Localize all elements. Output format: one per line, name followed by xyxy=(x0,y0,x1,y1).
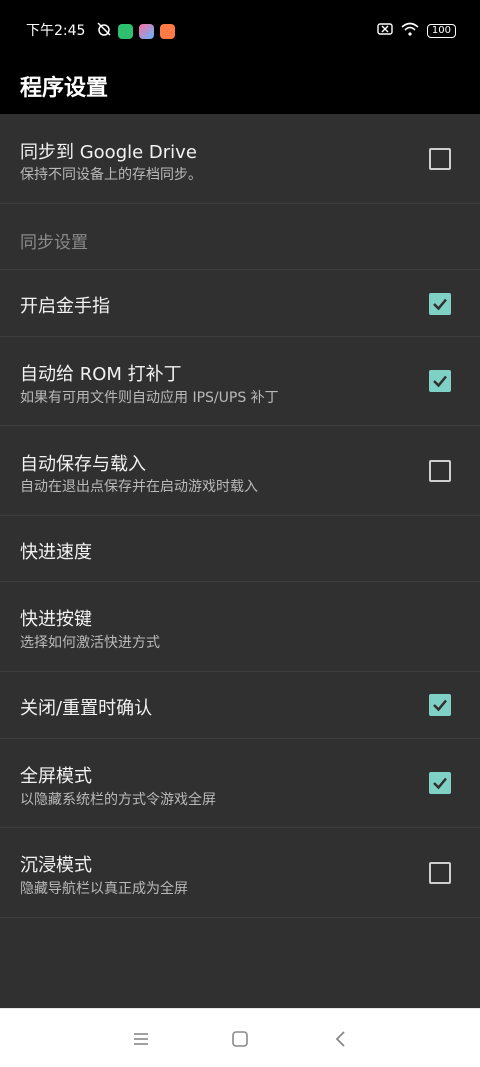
setting-title: 快进按键 xyxy=(20,609,92,630)
setting-fullscreen[interactable]: 全屏模式 以隐藏系统栏的方式令游戏全屏 xyxy=(0,739,480,828)
category-sync-settings: 同步设置 xyxy=(0,204,480,270)
setting-subtitle: 选择如何激活快进方式 xyxy=(20,635,160,651)
check-icon xyxy=(433,375,447,388)
setting-title: 全屏模式 xyxy=(20,766,92,787)
setting-title: 快进速度 xyxy=(20,542,92,563)
alarm-off-icon xyxy=(96,21,112,41)
app-icon-green xyxy=(118,23,133,39)
setting-subtitle: 保持不同设备上的存档同步。 xyxy=(20,167,202,183)
app-bar: 程序设置 xyxy=(0,58,480,114)
setting-confirm-close-reset[interactable]: 关闭/重置时确认 xyxy=(0,672,480,739)
check-icon xyxy=(433,699,447,712)
fullscreen-checkbox[interactable] xyxy=(429,772,451,794)
sync-checkbox[interactable] xyxy=(429,148,451,170)
setting-title: 沉浸模式 xyxy=(20,855,92,876)
page-title: 程序设置 xyxy=(20,76,109,101)
setting-title: 关闭/重置时确认 xyxy=(20,698,153,719)
settings-list: 同步到 Google Drive 保持不同设备上的存档同步。 同步设置 开启金手… xyxy=(0,114,480,918)
patch-checkbox[interactable] xyxy=(429,370,451,392)
setting-fast-forward-key[interactable]: 快进按键 选择如何激活快进方式 xyxy=(0,582,480,672)
back-icon[interactable] xyxy=(329,1027,353,1051)
system-nav-bar xyxy=(0,1008,480,1067)
battery-icon: 100 xyxy=(426,23,456,38)
setting-subtitle: 以隐藏系统栏的方式令游戏全屏 xyxy=(20,792,216,808)
check-icon xyxy=(433,298,447,311)
category-title: 同步设置 xyxy=(20,233,88,253)
check-icon xyxy=(433,777,447,790)
status-app-icons xyxy=(96,21,175,41)
wifi-icon xyxy=(401,21,419,40)
menu-icon[interactable] xyxy=(129,1027,153,1051)
setting-subtitle: 隐藏导航栏以真正成为全屏 xyxy=(20,881,188,897)
setting-subtitle: 如果有可用文件则自动应用 IPS/UPS 补丁 xyxy=(20,390,279,406)
setting-title: 自动给 ROM 打补丁 xyxy=(20,364,182,385)
setting-title: 同步到 Google Drive xyxy=(20,142,197,163)
autosave-checkbox[interactable] xyxy=(429,460,451,482)
setting-title: 自动保存与载入 xyxy=(20,454,146,475)
status-time: 下午2:45 xyxy=(26,23,86,39)
setting-auto-save-load[interactable]: 自动保存与载入 自动在退出点保存并在启动游戏时载入 xyxy=(0,426,480,516)
app-icon-gallery xyxy=(139,23,154,39)
immersive-checkbox[interactable] xyxy=(429,862,451,884)
status-system-icons: 100 xyxy=(377,21,456,40)
setting-immersive-mode[interactable]: 沉浸模式 隐藏导航栏以真正成为全屏 xyxy=(0,828,480,918)
sim-off-icon xyxy=(377,21,393,40)
setting-cheats[interactable]: 开启金手指 xyxy=(0,270,480,337)
cheats-checkbox[interactable] xyxy=(429,293,451,315)
setting-subtitle: 自动在退出点保存并在启动游戏时载入 xyxy=(20,479,258,495)
setting-title: 开启金手指 xyxy=(20,296,110,317)
app-icon-orange xyxy=(160,23,175,39)
setting-fast-forward-speed[interactable]: 快进速度 xyxy=(0,516,480,582)
setting-sync-google-drive[interactable]: 同步到 Google Drive 保持不同设备上的存档同步。 xyxy=(0,114,480,204)
setting-auto-patch-rom[interactable]: 自动给 ROM 打补丁 如果有可用文件则自动应用 IPS/UPS 补丁 xyxy=(0,337,480,426)
home-icon[interactable] xyxy=(228,1027,252,1051)
status-bar: 下午2:45 100 xyxy=(0,0,480,58)
confirm-checkbox[interactable] xyxy=(429,694,451,716)
